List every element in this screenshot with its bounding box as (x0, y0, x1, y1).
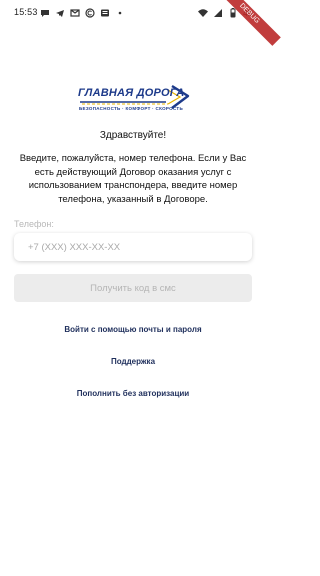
logo-subtitle: БЕЗОПАСНОСТЬ · КОМФОРТ · СКОРОСТЬ (79, 106, 183, 111)
phone-label: Телефон: (14, 219, 54, 229)
email-login-link[interactable]: Войти с помощью почты и пароля (0, 325, 266, 334)
wifi-icon (198, 9, 209, 17)
news-icon (101, 9, 109, 17)
copyright-icon (85, 8, 95, 18)
phone-input[interactable] (26, 240, 240, 254)
phone-input-container[interactable] (14, 233, 252, 261)
signal-icon (214, 9, 223, 17)
greeting-heading: Здравствуйте! (99, 130, 167, 141)
gmail-icon (70, 9, 80, 17)
status-time: 15:53 (14, 7, 38, 17)
telegram-icon (56, 10, 64, 17)
chat-icon (41, 10, 49, 17)
dot-icon (118, 11, 122, 15)
intro-text: Введите, пожалуйста, номер телефона. Есл… (19, 153, 247, 205)
status-bar: 15:53 45 (0, 0, 266, 28)
support-link[interactable]: Поддержка (0, 357, 266, 366)
pay-without-auth-link[interactable]: Пополнить без авторизации (0, 389, 266, 398)
app-logo: ГЛАВНАЯ ДОРОГА БЕЗОПАСНОСТЬ · КОМФОРТ · … (76, 82, 190, 118)
get-sms-code-button[interactable]: Получить код в смс (14, 274, 252, 302)
logo-title: ГЛАВНАЯ ДОРОГА (78, 87, 185, 99)
notification-icons (40, 7, 125, 19)
